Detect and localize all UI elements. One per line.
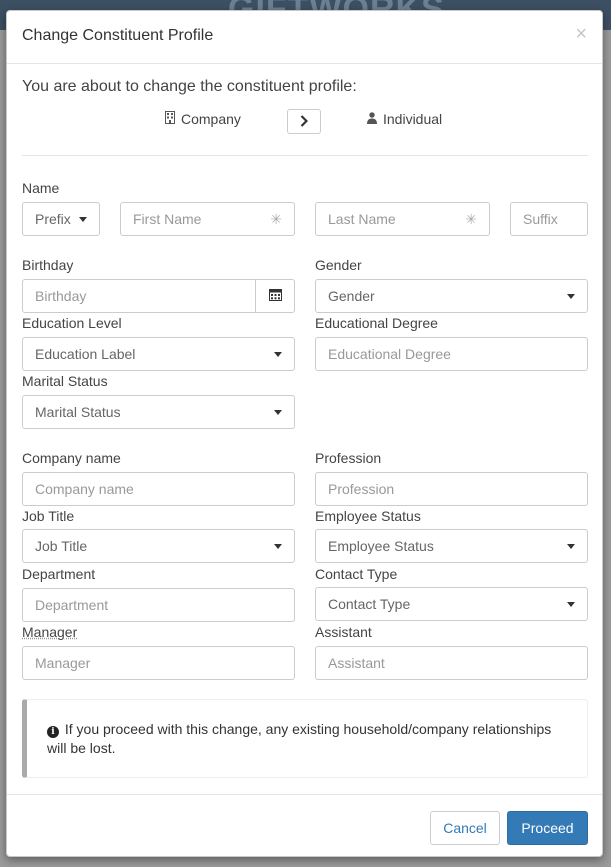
company-name-placeholder: Company name (35, 481, 134, 497)
job-title-label: Job Title (22, 508, 75, 524)
department-placeholder: Department (35, 597, 109, 613)
to-type-individual: Individual (367, 111, 442, 127)
first-name-placeholder: First Name (133, 211, 202, 227)
alert-text: If you proceed with this change, any exi… (47, 721, 552, 756)
prefix-value: Prefix (35, 211, 71, 227)
educational-degree-input[interactable]: Educational Degree (315, 337, 588, 371)
gender-label: Gender (315, 257, 362, 273)
cancel-button[interactable]: Cancel (430, 811, 500, 845)
last-name-input[interactable]: Last Name ✳ (315, 202, 490, 236)
intro-text: You are about to change the constituent … (22, 78, 357, 95)
manager-label: Manager (22, 624, 78, 640)
prefix-dropdown[interactable]: Prefix (22, 202, 100, 236)
caret-down-icon (567, 293, 575, 299)
profile-switch-row: Company Individual (7, 109, 602, 135)
user-icon (367, 111, 377, 127)
birthday-label: Birthday (22, 257, 74, 273)
job-title-value: Job Title (35, 538, 88, 554)
caret-down-icon (79, 216, 87, 222)
education-level-value: Education Label (35, 346, 136, 362)
education-level-select[interactable]: Education Label (22, 337, 295, 371)
modal-title: Change Constituent Profile (22, 27, 214, 44)
suffix-placeholder: Suffix (523, 211, 558, 227)
assistant-placeholder: Assistant (328, 655, 385, 671)
job-title-select[interactable]: Job Title (22, 529, 295, 563)
department-label: Department (22, 566, 96, 582)
employee-status-select[interactable]: Employee Status (315, 529, 588, 563)
marital-status-label: Marital Status (22, 373, 108, 389)
birthday-input[interactable]: Birthday (22, 279, 256, 313)
employee-status-label: Employee Status (315, 508, 421, 524)
profession-label: Profession (315, 450, 382, 466)
gender-value: Gender (328, 288, 375, 304)
change-profile-modal: Change Constituent Profile × You are abo… (6, 10, 603, 857)
calendar-button[interactable] (255, 279, 295, 313)
building-icon (165, 111, 175, 127)
last-name-placeholder: Last Name (328, 211, 396, 227)
caret-down-icon (274, 543, 282, 549)
manager-placeholder: Manager (35, 655, 91, 671)
first-name-input[interactable]: First Name ✳ (120, 202, 295, 236)
contact-type-label: Contact Type (315, 566, 398, 582)
caret-down-icon (274, 409, 282, 415)
marital-status-value: Marital Status (35, 404, 121, 420)
info-circle-icon: i (47, 726, 59, 738)
alert-message: i If you proceed with this change, any e… (47, 720, 567, 758)
educational-degree-label: Educational Degree (315, 315, 438, 331)
assistant-label: Assistant (315, 624, 372, 640)
suffix-input[interactable]: Suffix (510, 202, 588, 236)
caret-down-icon (567, 601, 575, 607)
name-label: Name (22, 180, 60, 196)
modal-header: Change Constituent Profile × (7, 11, 602, 64)
contact-type-value: Contact Type (328, 596, 411, 612)
company-name-label: Company name (22, 450, 121, 466)
warning-alert: i If you proceed with this change, any e… (22, 699, 588, 778)
asterisk-icon: ✳ (270, 210, 282, 227)
caret-down-icon (567, 543, 575, 549)
to-type-label: Individual (383, 111, 443, 127)
department-input[interactable]: Department (22, 588, 295, 622)
from-type-company: Company (165, 111, 241, 127)
assistant-input[interactable]: Assistant (315, 646, 588, 680)
asterisk-icon: ✳ (465, 210, 477, 227)
education-level-label: Education Level (22, 315, 122, 331)
manager-input[interactable]: Manager (22, 646, 295, 680)
profession-placeholder: Profession (328, 481, 395, 497)
close-icon[interactable]: × (575, 23, 587, 46)
caret-down-icon (274, 351, 282, 357)
employee-status-value: Employee Status (328, 538, 434, 554)
calendar-icon (268, 288, 282, 304)
birthday-placeholder: Birthday (35, 288, 87, 304)
modal-footer: Cancel Proceed (7, 794, 602, 858)
marital-status-select[interactable]: Marital Status (22, 395, 295, 429)
from-type-label: Company (181, 111, 241, 127)
proceed-button[interactable]: Proceed (507, 811, 588, 845)
educational-degree-placeholder: Educational Degree (328, 346, 451, 362)
divider (22, 155, 588, 156)
gender-select[interactable]: Gender (315, 279, 588, 313)
contact-type-select[interactable]: Contact Type (315, 587, 588, 621)
switch-arrow-button[interactable] (287, 109, 321, 134)
chevron-right-icon (300, 114, 309, 130)
company-name-input[interactable]: Company name (22, 472, 295, 506)
profession-input[interactable]: Profession (315, 472, 588, 506)
